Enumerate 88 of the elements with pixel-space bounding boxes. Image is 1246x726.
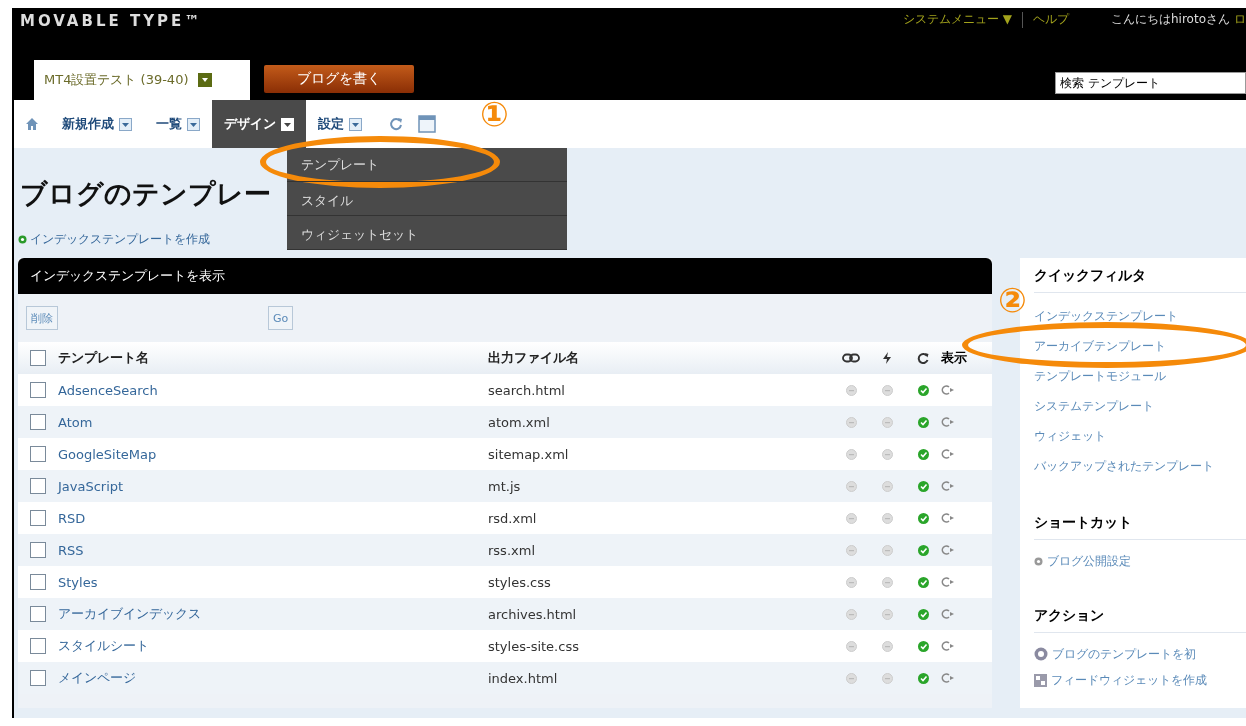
nav-tab[interactable]: 一覧 [144, 100, 212, 148]
section-heading: アクション [1034, 598, 1246, 633]
action-link[interactable]: ブログのテンプレートを初 [1052, 645, 1196, 663]
view-icon [941, 609, 955, 619]
view-icon [941, 449, 955, 459]
widget-icon [1034, 673, 1047, 687]
logo: MOVABLE TYPE™ [19, 11, 203, 30]
write-blog-button[interactable]: ブログを書く [264, 65, 414, 93]
search-field[interactable]: 検索 テンプレート [1055, 72, 1246, 94]
filter-link[interactable]: インデックステンプレート [1034, 307, 1178, 325]
row-checkbox[interactable] [30, 382, 46, 398]
row-checkbox[interactable] [30, 510, 46, 526]
template-link[interactable]: Atom [58, 414, 93, 430]
row-checkbox[interactable] [30, 446, 46, 462]
row-checkbox[interactable] [30, 542, 46, 558]
nav-tab[interactable]: デザイン [212, 100, 306, 148]
page-title: ブログのテンプレー [20, 177, 271, 211]
row-checkbox[interactable] [30, 606, 46, 622]
menu-link[interactable]: システムメニュー ▼ [902, 11, 1012, 28]
section-heading: クイックフィルタ [1034, 258, 1246, 293]
row-checkbox[interactable] [30, 670, 46, 686]
view-icon [941, 673, 955, 683]
row-checkbox[interactable] [30, 574, 46, 590]
template-link[interactable]: RSD [58, 510, 86, 526]
refresh-icon [388, 116, 404, 132]
table-cell-text: archives.html [488, 606, 578, 622]
view-icon [941, 577, 955, 587]
template-link[interactable]: アーカイブインデックス [58, 606, 201, 621]
blog-name: MT4設置テスト (39-40) [44, 71, 189, 89]
blog-selector[interactable]: MT4設置テスト (39-40) [34, 60, 250, 100]
column-header: 出力ファイル名 [488, 349, 580, 367]
filter-link[interactable]: アーカイブテンプレート [1034, 337, 1166, 355]
row-checkbox[interactable] [30, 478, 46, 494]
template-link[interactable]: メインページ [58, 670, 136, 685]
table-cell-text: atom.xml [488, 414, 551, 430]
select-all-checkbox[interactable] [30, 350, 46, 366]
filter-link[interactable]: システムテンプレート [1034, 397, 1154, 415]
filter-link[interactable]: バックアップされたテンプレート [1034, 457, 1214, 475]
create-link[interactable]: インデックステンプレートを作成 [30, 230, 210, 248]
filter-link[interactable]: テンプレートモジュール [1034, 367, 1166, 385]
nav-tab[interactable]: 設定 [306, 100, 374, 148]
dropdown-icon [281, 117, 294, 131]
go-button[interactable]: Go [268, 306, 294, 330]
view-icon [941, 481, 955, 491]
view-icon [941, 545, 955, 555]
view-icon [941, 385, 955, 395]
dropdown-icon [187, 117, 200, 131]
table-cell-text: sitemap.xml [488, 446, 570, 462]
column-header: 表示 [941, 349, 968, 367]
logout-link[interactable]: ロ [1234, 11, 1246, 28]
lightning-icon [882, 352, 892, 364]
shortcut-link[interactable]: ブログ公開設定 [1047, 552, 1131, 570]
table-cell-text: styles.css [488, 574, 552, 590]
step-number: ① [480, 96, 509, 132]
table-cell-text: rss.xml [488, 542, 536, 558]
step-number: ② [998, 282, 1027, 318]
section-heading: ショートカット [1034, 505, 1246, 540]
menu-link[interactable]: ヘルプ [1033, 11, 1069, 28]
template-link[interactable]: JavaScript [58, 478, 124, 494]
column-header: テンプレート名 [58, 349, 150, 367]
home-icon [25, 117, 39, 131]
filter-link[interactable]: ウィジェット [1034, 427, 1106, 445]
template-link[interactable]: Styles [58, 574, 98, 590]
row-checkbox[interactable] [30, 414, 46, 430]
view-icon [941, 417, 955, 427]
template-link[interactable]: GoogleSiteMap [58, 446, 157, 462]
link-icon [842, 353, 860, 363]
row-checkbox[interactable] [30, 638, 46, 654]
refresh-icon [917, 352, 929, 364]
action-link[interactable]: フィードウィジェットを作成 [1051, 671, 1207, 689]
table-cell-text: rsd.xml [488, 510, 538, 526]
dropdown-icon [198, 73, 213, 87]
delete-button[interactable]: 削除 [26, 306, 58, 330]
view-icon [941, 513, 955, 523]
table-cell-text: search.html [488, 382, 566, 398]
dropdown-icon [349, 117, 362, 131]
template-link[interactable]: AdsenceSearch [58, 382, 158, 398]
view-icon [941, 641, 955, 651]
template-link[interactable]: スタイルシート [58, 638, 149, 653]
table-cell-text: index.html [488, 670, 559, 686]
table-cell-text: mt.js [488, 478, 522, 494]
panel-title: インデックステンプレートを表示 [18, 258, 992, 294]
window-icon [418, 115, 436, 133]
template-link[interactable]: RSS [58, 542, 84, 558]
nav-tab[interactable]: 新規作成 [50, 100, 144, 148]
dropdown-icon [119, 117, 132, 131]
greeting-text: こんにちはhirotoさん [1111, 11, 1230, 28]
table-cell-text: styles-site.css [488, 638, 580, 654]
